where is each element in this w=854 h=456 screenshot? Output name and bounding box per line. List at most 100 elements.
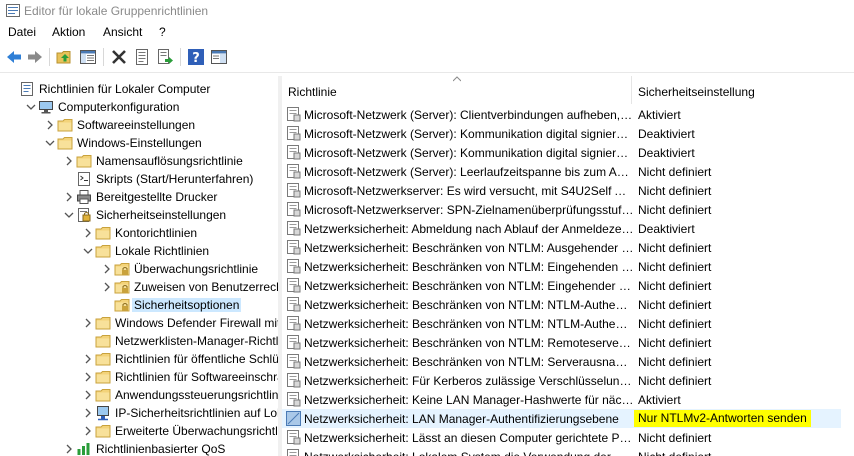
policy-row[interactable]: Netzwerksicherheit: Lässt an diesen Comp… xyxy=(282,428,842,447)
menu-bar: Datei Aktion Ansicht ? xyxy=(0,22,854,42)
expand-chevron-icon[interactable] xyxy=(44,117,56,133)
printer-icon xyxy=(77,190,91,204)
console-tree[interactable]: Richtlinien für Lokaler Computer Computer… xyxy=(0,76,278,456)
tree-item[interactable]: Namensauflösungsrichtlinie xyxy=(0,152,278,170)
policy-row[interactable]: Microsoft-Netzwerk (Server): Kommunikati… xyxy=(282,124,842,143)
script-icon xyxy=(78,172,90,186)
tree-item[interactable]: Erweiterte Überwachungsrichtlinienkonfig… xyxy=(0,422,278,440)
menu-ansicht[interactable]: Ansicht xyxy=(103,25,142,39)
policy-row[interactable]: Netzwerksicherheit: Beschränken von NTLM… xyxy=(282,257,842,276)
policy-row-selected[interactable]: Netzwerksicherheit: LAN Manager-Authenti… xyxy=(282,409,842,428)
expand-chevron-icon[interactable] xyxy=(101,279,113,295)
column-divider[interactable] xyxy=(631,76,632,104)
up-folder-icon[interactable] xyxy=(56,48,74,66)
expand-chevron-icon[interactable] xyxy=(82,387,94,403)
expand-chevron-icon[interactable] xyxy=(63,153,75,169)
tree-item-label: Namensauflösungsrichtlinie xyxy=(96,154,243,168)
policy-name: Microsoft-Netzwerk (Server): Leerlaufzei… xyxy=(304,165,634,179)
back-icon[interactable] xyxy=(5,48,23,66)
ipsec-icon xyxy=(97,406,109,421)
policy-setting-value: Aktiviert xyxy=(638,393,681,407)
policy-setting-icon xyxy=(287,221,301,236)
collapse-chevron-icon[interactable] xyxy=(44,135,56,151)
expand-chevron-icon[interactable] xyxy=(82,369,94,385)
tree-item[interactable]: Richtlinien für Softwareeinschränkung xyxy=(0,368,278,386)
column-header-setting[interactable]: Sicherheitseinstellung xyxy=(638,85,755,99)
tree-item[interactable]: Bereitgestellte Drucker xyxy=(0,188,278,206)
tree-item-label: Netzwerklisten-Manager-Richtlinien xyxy=(115,334,278,348)
group-policy-app-icon xyxy=(6,4,20,17)
expand-chevron-icon[interactable] xyxy=(82,405,94,421)
collapse-chevron-icon[interactable] xyxy=(25,99,37,115)
tree-item[interactable]: Richtlinien für öffentliche Schlüssel xyxy=(0,350,278,368)
policy-row[interactable]: Netzwerksicherheit: Für Kerberos zulässi… xyxy=(282,371,842,390)
folder-lock-icon xyxy=(114,299,130,312)
export-list-icon[interactable] xyxy=(156,48,174,66)
tree-item[interactable]: Lokale Richtlinien xyxy=(0,242,278,260)
tree-item[interactable]: Skripts (Start/Herunterfahren) xyxy=(0,170,278,188)
tree-item-selected[interactable]: Sicherheitsoptionen xyxy=(0,296,278,314)
security-icon xyxy=(78,208,91,222)
computer-icon xyxy=(39,101,53,114)
tree-item[interactable]: Zuweisen von Benutzerrechten xyxy=(0,278,278,296)
tree-item[interactable]: Windows-Einstellungen xyxy=(0,134,278,152)
policy-setting-value: Nicht definiert xyxy=(638,336,712,350)
tree-item[interactable]: Netzwerklisten-Manager-Richtlinien xyxy=(0,332,278,350)
policy-setting-value: Nicht definiert xyxy=(638,165,712,179)
tree-item-label: Anwendungssteuerungsrichtlinien xyxy=(115,388,278,402)
tree-item[interactable]: Windows Defender Firewall mit erweiterte… xyxy=(0,314,278,332)
tree-item[interactable]: Computerkonfiguration xyxy=(0,98,278,116)
expand-chevron-icon[interactable] xyxy=(63,189,75,205)
window-title: Editor für lokale Gruppenrichtlinien xyxy=(24,4,209,18)
tree-item[interactable]: Anwendungssteuerungsrichtlinien xyxy=(0,386,278,404)
tree-item[interactable]: Richtlinienbasierter QoS xyxy=(0,440,278,456)
policy-list[interactable]: Richtlinie Sicherheitseinstellung Micros… xyxy=(282,76,854,456)
policy-row[interactable]: Netzwerksicherheit: Abmeldung nach Ablau… xyxy=(282,219,842,238)
collapse-chevron-icon[interactable] xyxy=(82,243,94,259)
qos-icon xyxy=(77,443,90,455)
expand-chevron-icon[interactable] xyxy=(82,315,94,331)
tree-item[interactable]: Kontorichtlinien xyxy=(0,224,278,242)
policy-row[interactable]: Netzwerksicherheit: Beschränken von NTLM… xyxy=(282,352,842,371)
menu-datei[interactable]: Datei xyxy=(8,25,36,39)
menu-aktion[interactable]: Aktion xyxy=(52,25,85,39)
policy-row[interactable]: Netzwerksicherheit: Beschränken von NTLM… xyxy=(282,333,842,352)
tree-item[interactable]: Richtlinien für Lokaler Computer xyxy=(0,80,278,98)
policy-row[interactable]: Netzwerksicherheit: Keine LAN Manager-Ha… xyxy=(282,390,842,409)
forward-icon[interactable] xyxy=(26,48,44,66)
list-scrollbar[interactable] xyxy=(841,76,854,456)
tree-item-label: Bereitgestellte Drucker xyxy=(96,190,218,204)
policy-name: Microsoft-Netzwerk (Server): Kommunikati… xyxy=(304,146,634,160)
column-header-policy[interactable]: Richtlinie xyxy=(288,85,337,99)
expand-chevron-icon[interactable] xyxy=(101,261,113,277)
policy-setting-value: Nicht definiert xyxy=(638,298,712,312)
expand-chevron-icon[interactable] xyxy=(82,351,94,367)
policy-row[interactable]: Netzwerksicherheit: Beschränken von NTLM… xyxy=(282,295,842,314)
console-view-icon[interactable] xyxy=(210,48,228,66)
policy-row[interactable]: Netzwerksicherheit: Beschränken von NTLM… xyxy=(282,276,842,295)
delete-icon[interactable] xyxy=(110,48,128,66)
policy-row[interactable]: Microsoft-Netzwerk (Server): Kommunikati… xyxy=(282,143,842,162)
expand-chevron-icon[interactable] xyxy=(82,423,94,439)
tree-item[interactable]: Sicherheitseinstellungen xyxy=(0,206,278,224)
help-icon[interactable]: ? xyxy=(187,48,205,66)
policy-row[interactable]: Microsoft-Netzwerkserver: Es wird versuc… xyxy=(282,181,842,200)
policy-row[interactable]: Netzwerksicherheit: Lokalem System die V… xyxy=(282,447,842,456)
policy-row[interactable]: Netzwerksicherheit: Beschränken von NTLM… xyxy=(282,238,842,257)
tree-item[interactable]: Überwachungsrichtlinie xyxy=(0,260,278,278)
policy-row[interactable]: Microsoft-Netzwerk (Server): Clientverbi… xyxy=(282,105,842,124)
properties-icon[interactable] xyxy=(133,48,151,66)
expand-chevron-icon[interactable] xyxy=(63,441,75,456)
tree-item[interactable]: Softwareeinstellungen xyxy=(0,116,278,134)
policy-row[interactable]: Netzwerksicherheit: Beschränken von NTLM… xyxy=(282,314,842,333)
tree-item-label: Richtlinien für öffentliche Schlüssel xyxy=(115,352,278,366)
policy-row[interactable]: Microsoft-Netzwerkserver: SPN-Zielnamenü… xyxy=(282,200,842,219)
folder-icon xyxy=(95,317,111,330)
tree-item[interactable]: IP-Sicherheitsrichtlinien auf Lokaler Co… xyxy=(0,404,278,422)
menu-help[interactable]: ? xyxy=(159,25,166,39)
policy-row[interactable]: Microsoft-Netzwerk (Server): Leerlaufzei… xyxy=(282,162,842,181)
show-hide-tree-icon[interactable] xyxy=(79,48,97,66)
collapse-chevron-icon[interactable] xyxy=(63,207,75,223)
expand-chevron-icon[interactable] xyxy=(82,225,94,241)
policy-setting-value: Nicht definiert xyxy=(638,184,712,198)
